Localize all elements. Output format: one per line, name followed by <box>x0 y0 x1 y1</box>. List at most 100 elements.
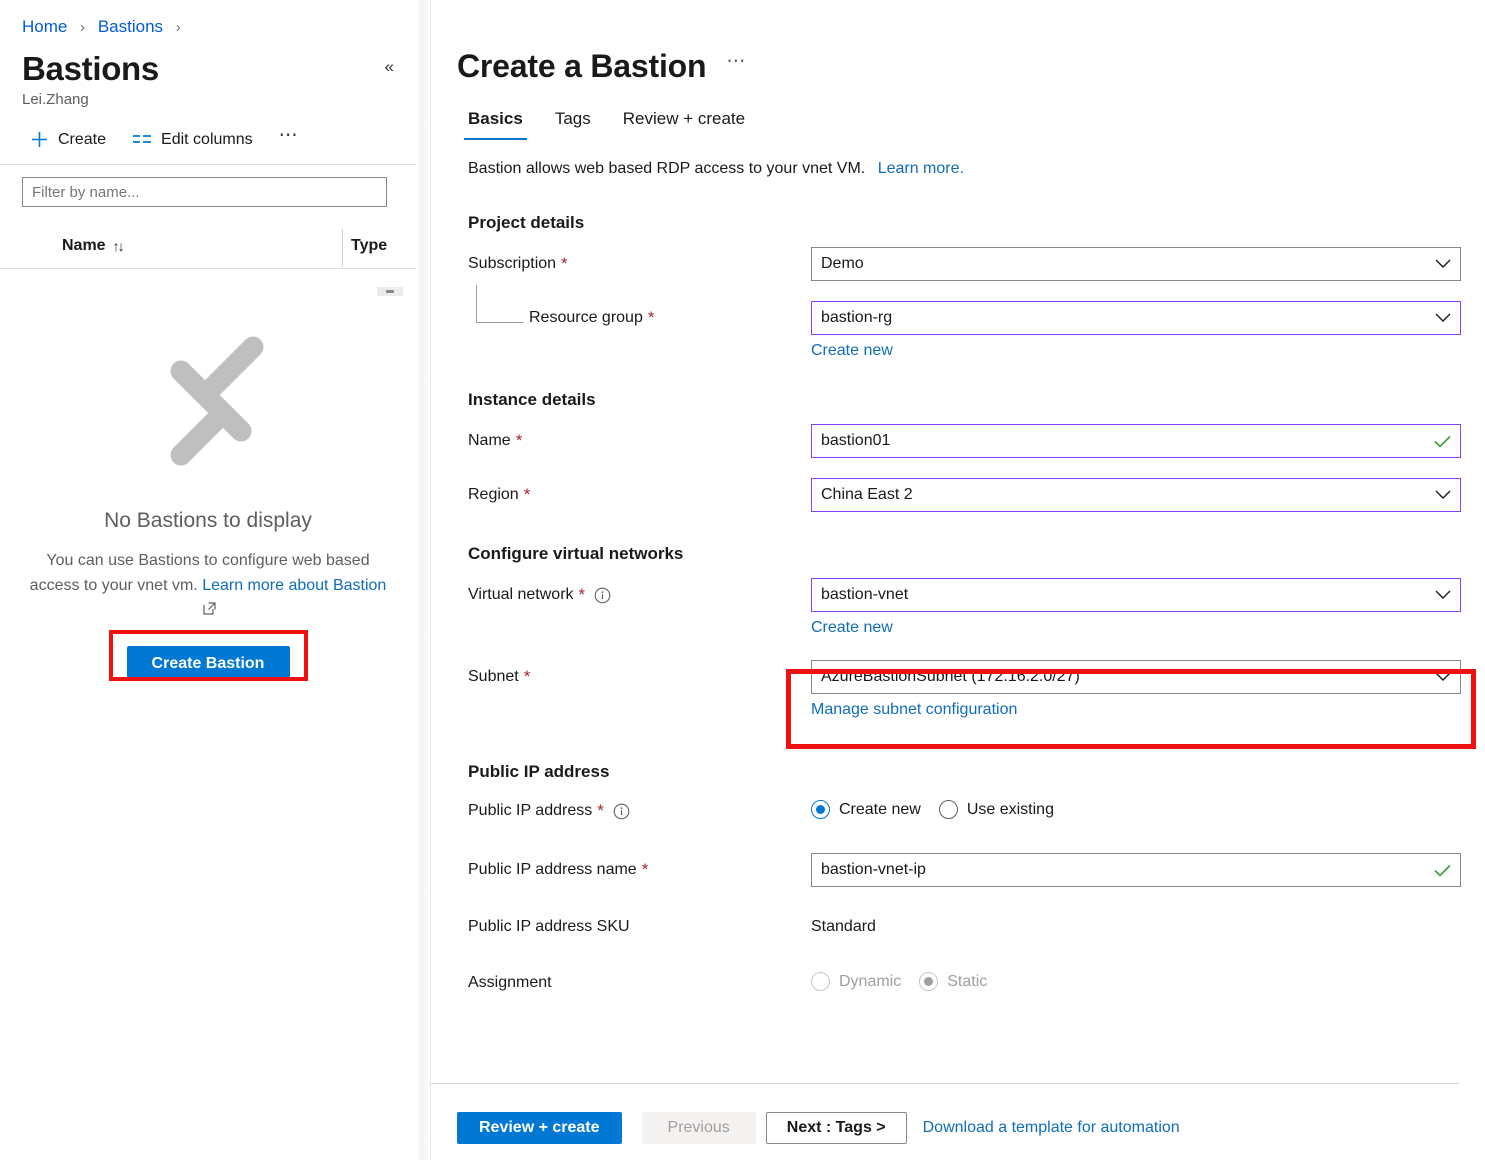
field-public-ip-address: Create new Use existing <box>811 794 1485 819</box>
column-header-name-label: Name <box>62 237 106 254</box>
empty-state: No Bastions to display You can use Basti… <box>0 330 416 681</box>
required-asterisk: * <box>515 431 523 450</box>
valid-check-icon <box>1434 435 1451 448</box>
row-region: Region * China East 2 <box>468 478 1485 512</box>
columns-icon <box>132 132 152 147</box>
radio-dot-icon <box>811 800 830 819</box>
create-bastion-button[interactable]: Create Bastion <box>126 646 290 681</box>
create-button[interactable]: Create <box>30 130 106 150</box>
manage-subnet-configuration-link[interactable]: Manage subnet configuration <box>811 700 1017 720</box>
radio-dynamic-label: Dynamic <box>839 972 902 990</box>
label-public-ip-address-text: Public IP address <box>468 802 593 819</box>
public-ip-radio-group: Create new Use existing <box>811 794 1485 819</box>
row-public-ip-address: Public IP address * Create new Use exist… <box>468 794 1485 828</box>
list-toolbar: Create Edit columns ⋯ <box>0 109 416 150</box>
toolbar-more-icon[interactable]: ⋯ <box>279 126 300 150</box>
required-asterisk: * <box>641 860 649 879</box>
collapse-blade-icon[interactable]: « <box>385 50 400 75</box>
info-icon[interactable] <box>594 587 611 604</box>
row-public-ip-name: Public IP address name * bastion-vnet-ip <box>468 853 1485 887</box>
filter-by-name-input[interactable] <box>22 177 387 207</box>
next-tags-button[interactable]: Next : Tags > <box>765 1112 907 1144</box>
column-header-name[interactable]: Name ↑↓ <box>62 237 125 255</box>
tab-tags[interactable]: Tags <box>544 108 602 140</box>
chevron-down-icon <box>1435 313 1451 323</box>
label-subscription: Subscription * <box>468 247 811 274</box>
field-virtual-network: bastion-vnet Create new <box>811 578 1485 638</box>
required-asterisk: * <box>597 801 604 820</box>
label-name-text: Name <box>468 432 511 449</box>
external-link-icon <box>202 599 217 624</box>
edit-columns-button[interactable]: Edit columns <box>132 130 253 150</box>
public-ip-name-value: bastion-vnet-ip <box>821 861 926 878</box>
learn-more-link[interactable]: Learn more. <box>878 160 964 177</box>
label-subnet: Subnet * <box>468 660 811 687</box>
label-region-text: Region <box>468 486 519 503</box>
virtual-network-value: bastion-vnet <box>821 586 909 603</box>
public-ip-sku-value: Standard <box>811 918 876 935</box>
horizontal-scrollbar[interactable] <box>377 287 403 296</box>
chevron-down-icon <box>1435 672 1451 682</box>
subnet-dropdown[interactable]: AzureBastionSubnet (172.16.2.0/27) <box>811 660 1461 694</box>
label-virtual-network: Virtual network * <box>468 578 811 605</box>
blade-gap <box>416 0 430 1160</box>
name-input[interactable]: bastion01 <box>811 424 1461 458</box>
blade-more-icon[interactable]: ⋯ <box>726 50 747 83</box>
breadcrumb-item-home[interactable]: Home <box>22 17 67 36</box>
field-subnet: AzureBastionSubnet (172.16.2.0/27) Manag… <box>811 660 1485 720</box>
chevron-down-icon <box>1435 490 1451 500</box>
section-title-instance-details: Instance details <box>468 390 596 409</box>
column-divider <box>342 229 343 267</box>
create-button-label: Create <box>58 130 107 148</box>
resource-group-value: bastion-rg <box>821 309 893 326</box>
create-new-vnet-link[interactable]: Create new <box>811 618 893 638</box>
learn-more-about-bastion-link[interactable]: Learn more about Bastion <box>202 577 386 594</box>
bastion-empty-illustration-icon <box>0 330 416 480</box>
label-public-ip-sku: Public IP address SKU <box>468 910 811 937</box>
field-subscription: Demo <box>811 247 1485 281</box>
sort-arrows-icon: ↑↓ <box>112 238 125 254</box>
page-title: Bastions <box>22 50 159 87</box>
subscription-value: Demo <box>821 255 864 272</box>
public-ip-name-input[interactable]: bastion-vnet-ip <box>811 853 1461 887</box>
radio-static-label: Static <box>947 972 988 990</box>
create-new-resource-group-link[interactable]: Create new <box>811 341 893 361</box>
tab-basics[interactable]: Basics <box>457 108 534 140</box>
filter-container <box>0 165 416 207</box>
required-asterisk: * <box>523 667 531 686</box>
review-create-button[interactable]: Review + create <box>457 1112 622 1144</box>
label-public-ip-address: Public IP address * <box>468 794 811 821</box>
previous-button: Previous <box>641 1112 756 1144</box>
field-region: China East 2 <box>811 478 1485 512</box>
required-asterisk: * <box>561 254 568 273</box>
valid-check-icon <box>1434 864 1451 877</box>
label-resource-group-text: Resource group <box>529 309 643 326</box>
download-template-link[interactable]: Download a template for automation <box>923 1119 1180 1137</box>
radio-use-existing[interactable]: Use existing <box>938 800 1054 819</box>
field-public-ip-name: bastion-vnet-ip <box>811 853 1485 887</box>
row-subscription: Subscription * Demo <box>468 247 1485 281</box>
create-bastion-form: Project details Subscription * Demo Reso… <box>431 212 1485 1000</box>
virtual-network-dropdown[interactable]: bastion-vnet <box>811 578 1461 612</box>
resource-group-dropdown[interactable]: bastion-rg <box>811 301 1461 335</box>
region-dropdown[interactable]: China East 2 <box>811 478 1461 512</box>
label-subnet-text: Subnet <box>468 668 519 685</box>
radio-create-new-label: Create new <box>839 800 921 818</box>
breadcrumb-item-bastions[interactable]: Bastions <box>98 17 163 36</box>
required-asterisk: * <box>647 308 655 327</box>
field-public-ip-sku: Standard <box>811 910 1485 937</box>
list-grid-header: Name ↑↓ Type <box>0 227 416 269</box>
label-public-ip-name-text: Public IP address name <box>468 861 637 878</box>
radio-dot-icon <box>919 972 939 991</box>
info-icon[interactable] <box>613 803 630 820</box>
radio-static: Static <box>919 972 987 991</box>
column-header-type[interactable]: Type <box>351 237 387 255</box>
field-assignment: Dynamic Static <box>811 966 1485 991</box>
footer-divider <box>431 1083 1459 1084</box>
field-name: bastion01 <box>811 424 1485 458</box>
subscription-dropdown[interactable]: Demo <box>811 247 1461 281</box>
radio-create-new[interactable]: Create new <box>811 800 921 819</box>
tab-review-create[interactable]: Review + create <box>612 108 756 140</box>
blade-subtitle: Lei.Zhang <box>22 91 89 108</box>
label-subscription-text: Subscription <box>468 255 557 272</box>
